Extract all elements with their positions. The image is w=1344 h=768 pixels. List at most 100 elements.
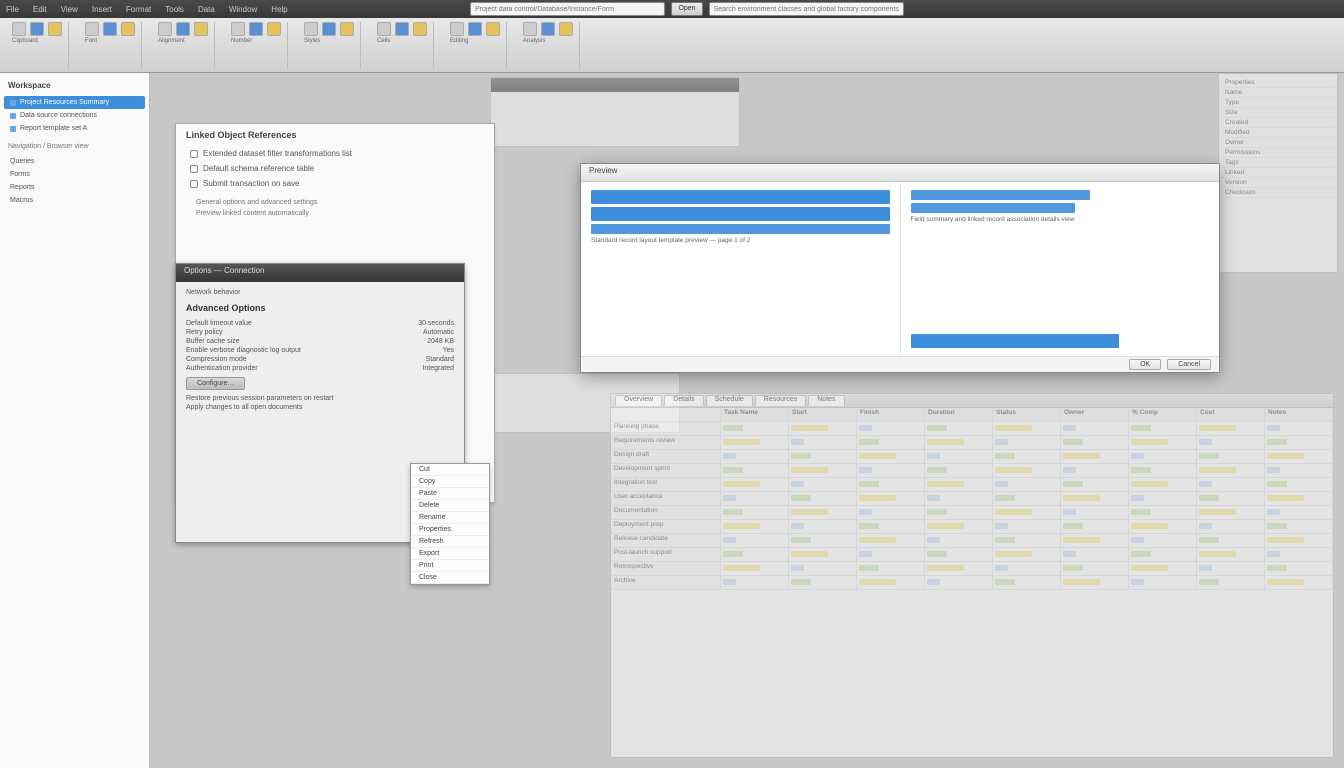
ribbon-icon[interactable] <box>523 22 537 36</box>
cell[interactable] <box>993 562 1061 576</box>
cell[interactable] <box>1197 464 1265 478</box>
cell[interactable] <box>1129 436 1197 450</box>
column-header[interactable]: Duration <box>925 408 993 422</box>
ok-button[interactable]: OK <box>1129 359 1161 370</box>
ribbon-icon[interactable] <box>231 22 245 36</box>
cell[interactable] <box>721 576 789 590</box>
cell[interactable] <box>1265 506 1333 520</box>
menu-file[interactable]: File <box>6 5 19 14</box>
sidebar-subitem[interactable]: Reports <box>4 181 145 194</box>
cell[interactable] <box>857 436 925 450</box>
cell[interactable] <box>789 422 857 436</box>
menu-item-rename[interactable]: Rename <box>411 512 489 524</box>
checkbox-icon[interactable] <box>190 180 198 188</box>
ribbon-icon[interactable] <box>304 22 318 36</box>
cell[interactable] <box>925 492 993 506</box>
cell[interactable] <box>1129 506 1197 520</box>
sidebar-item[interactable]: Report template set A <box>4 122 145 135</box>
cell[interactable] <box>1061 548 1129 562</box>
cell[interactable] <box>1061 436 1129 450</box>
ribbon-icon[interactable] <box>450 22 464 36</box>
column-header[interactable]: Status <box>993 408 1061 422</box>
cell[interactable] <box>1265 478 1333 492</box>
cell[interactable] <box>993 534 1061 548</box>
cell[interactable] <box>1129 450 1197 464</box>
cell[interactable] <box>925 534 993 548</box>
ribbon-icon[interactable] <box>158 22 172 36</box>
row-label[interactable]: Post-launch support <box>611 548 721 562</box>
cell[interactable] <box>1197 576 1265 590</box>
cell[interactable] <box>1061 450 1129 464</box>
row-label[interactable]: Deployment prep <box>611 520 721 534</box>
sidebar-subitem[interactable]: Forms <box>4 168 145 181</box>
column-header[interactable]: Notes <box>1265 408 1333 422</box>
ribbon-icon[interactable] <box>176 22 190 36</box>
row-label[interactable]: Design draft <box>611 450 721 464</box>
cell[interactable] <box>789 478 857 492</box>
row-label[interactable]: Development sprint <box>611 464 721 478</box>
cell[interactable] <box>993 478 1061 492</box>
cell[interactable] <box>1197 506 1265 520</box>
cell[interactable] <box>1265 534 1333 548</box>
menu-window[interactable]: Window <box>229 5 257 14</box>
menu-format[interactable]: Format <box>126 5 151 14</box>
ribbon-icon[interactable] <box>121 22 135 36</box>
cell[interactable] <box>1265 562 1333 576</box>
cell[interactable] <box>721 464 789 478</box>
cell[interactable] <box>993 548 1061 562</box>
ribbon-icon[interactable] <box>12 22 26 36</box>
menu-item-properties[interactable]: Properties <box>411 524 489 536</box>
ribbon-icon[interactable] <box>194 22 208 36</box>
menu-item-close[interactable]: Close <box>411 572 489 584</box>
cell[interactable] <box>993 492 1061 506</box>
cell[interactable] <box>789 464 857 478</box>
cell[interactable] <box>857 422 925 436</box>
ribbon-icon[interactable] <box>340 22 354 36</box>
ribbon-icon[interactable] <box>249 22 263 36</box>
sheet-tab[interactable]: Schedule <box>706 395 753 406</box>
cell[interactable] <box>789 534 857 548</box>
sheet-tab[interactable]: Notes <box>808 395 844 406</box>
cell[interactable] <box>1061 562 1129 576</box>
cell[interactable] <box>1061 576 1129 590</box>
go-button[interactable]: Open <box>671 2 702 16</box>
column-header[interactable]: Task Name <box>721 408 789 422</box>
menu-item-paste[interactable]: Paste <box>411 488 489 500</box>
cell[interactable] <box>1129 562 1197 576</box>
sidebar-item[interactable]: Data source connections <box>4 109 145 122</box>
cell[interactable] <box>721 450 789 464</box>
cell[interactable] <box>925 548 993 562</box>
cell[interactable] <box>721 478 789 492</box>
cell[interactable] <box>925 436 993 450</box>
cell[interactable] <box>789 548 857 562</box>
cell[interactable] <box>1061 492 1129 506</box>
cell[interactable] <box>1061 534 1129 548</box>
cell[interactable] <box>1197 436 1265 450</box>
row-label[interactable]: Integration test <box>611 478 721 492</box>
cell[interactable] <box>721 422 789 436</box>
cell[interactable] <box>925 562 993 576</box>
cell[interactable] <box>1129 464 1197 478</box>
cell[interactable] <box>857 478 925 492</box>
cell[interactable] <box>925 576 993 590</box>
cell[interactable] <box>857 520 925 534</box>
cell[interactable] <box>1197 422 1265 436</box>
cell[interactable] <box>1129 422 1197 436</box>
cell[interactable] <box>925 478 993 492</box>
ribbon-icon[interactable] <box>559 22 573 36</box>
cell[interactable] <box>857 534 925 548</box>
cell[interactable] <box>721 520 789 534</box>
cell[interactable] <box>925 422 993 436</box>
checkbox-icon[interactable] <box>190 165 198 173</box>
cell[interactable] <box>1129 478 1197 492</box>
cell[interactable] <box>721 436 789 450</box>
cell[interactable] <box>993 422 1061 436</box>
menu-item-delete[interactable]: Delete <box>411 500 489 512</box>
cell[interactable] <box>857 506 925 520</box>
row-label[interactable]: Planning phase <box>611 422 721 436</box>
cell[interactable] <box>857 464 925 478</box>
ribbon-icon[interactable] <box>395 22 409 36</box>
cell[interactable] <box>1197 520 1265 534</box>
cell[interactable] <box>857 548 925 562</box>
cell[interactable] <box>1197 492 1265 506</box>
